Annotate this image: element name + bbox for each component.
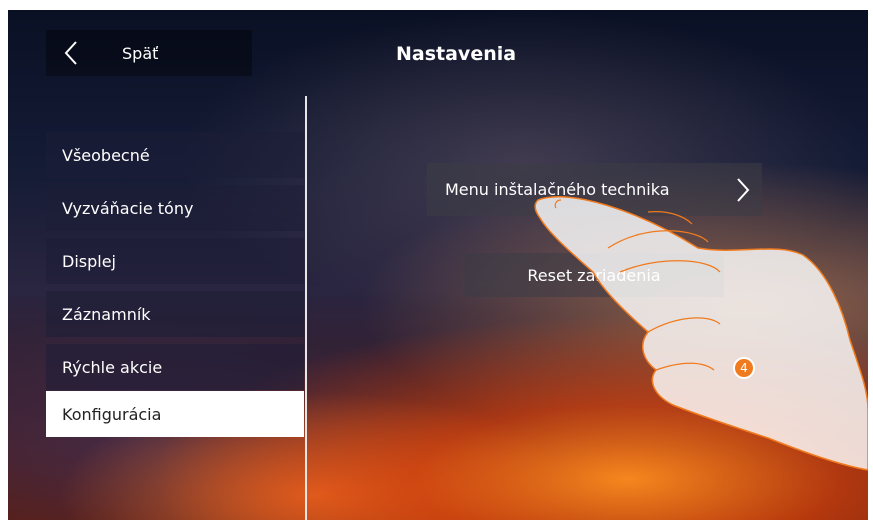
sidebar-item-konfiguracia[interactable]: Konfigurácia [46, 391, 304, 437]
sidebar-item-label: Konfigurácia [62, 404, 162, 424]
chevron-right-icon [736, 163, 750, 216]
sidebar-item-label: Rýchle akcie [62, 357, 163, 377]
device-screen: Späť Nastavenia Všeobecné Vyzváňacie tón… [8, 10, 868, 520]
installer-menu-button[interactable]: Menu inštalačného technika [427, 163, 762, 216]
back-button[interactable]: Späť [46, 30, 252, 76]
sidebar-item-rychle-akcie[interactable]: Rýchle akcie [46, 344, 304, 390]
step-badge: 4 [733, 357, 755, 379]
sidebar-item-zaznamnik[interactable]: Záznamník [46, 291, 304, 337]
sidebar-item-label: Záznamník [62, 304, 151, 324]
reset-device-label: Reset zariadenia [527, 265, 661, 285]
chevron-left-icon [54, 30, 88, 76]
sidebar-item-displej[interactable]: Displej [46, 238, 304, 284]
reset-device-button[interactable]: Reset zariadenia [464, 253, 724, 297]
installer-menu-label: Menu inštalačného technika [445, 180, 670, 199]
sidebar-item-label: Vyzváňacie tóny [62, 198, 194, 218]
sidebar-item-label: Displej [62, 251, 116, 271]
back-label: Späť [122, 43, 159, 63]
divider [305, 96, 307, 520]
sidebar-item-vseobecne[interactable]: Všeobecné [46, 132, 304, 178]
page-title: Nastavenia [396, 43, 517, 65]
sidebar-item-vyzvanacie-tony[interactable]: Vyzváňacie tóny [46, 185, 304, 231]
sidebar-item-label: Všeobecné [62, 145, 150, 165]
